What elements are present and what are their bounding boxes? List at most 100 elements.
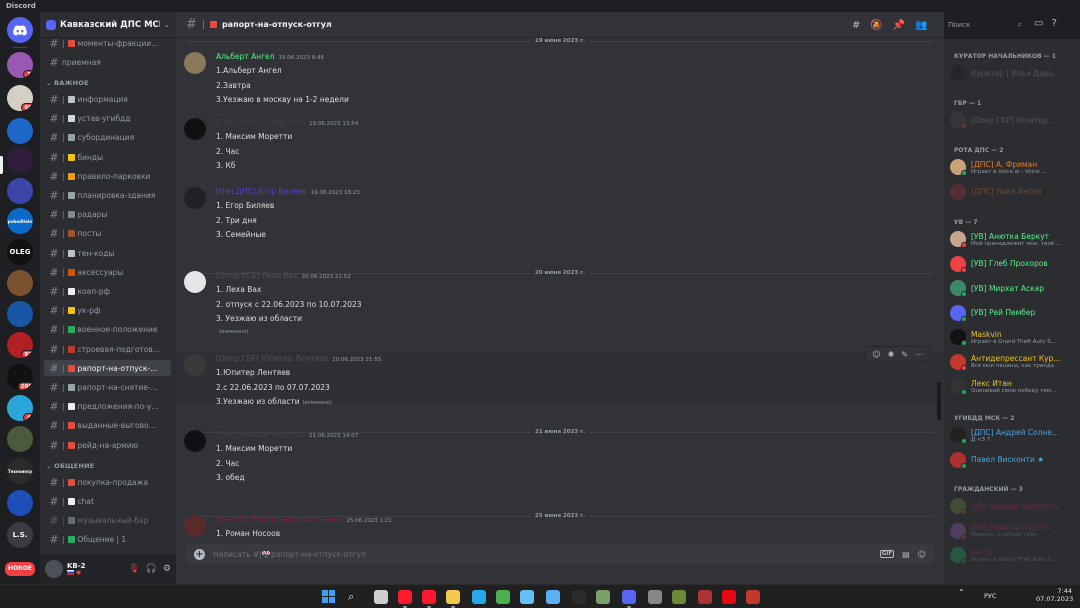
channel-item[interactable]: # | покупка-продажа (44, 474, 171, 490)
emoji-icon[interactable]: ☺ (918, 550, 926, 559)
tray-language[interactable]: РУС (984, 592, 996, 600)
channel-item[interactable]: # | выданные-выгово... (44, 418, 171, 434)
file-explorer-icon[interactable] (374, 590, 388, 604)
server-icon[interactable] (7, 118, 33, 144)
channel-item[interactable]: # | субординация (44, 130, 171, 146)
headphones-icon[interactable]: 🎧 (146, 564, 157, 574)
member-item[interactable]: [УВ] Глеб Прохоров (950, 253, 1076, 275)
message-list[interactable]: 19 июня 2023 г. 20 июня 2023 г. 21 июня 20… (176, 38, 944, 544)
message[interactable]: [Нач.ДПС] Егор Биляев 19.06.2023 18:23 1. … (176, 185, 944, 247)
avatar[interactable] (184, 515, 206, 537)
scrollbar[interactable] (937, 382, 941, 420)
server-icon[interactable] (7, 178, 33, 204)
server-icon[interactable]: 280 (7, 364, 33, 390)
message[interactable]: [ГБР] Максим Моретти 19.06.2023 13:54 1. М… (176, 116, 944, 178)
avatar[interactable] (184, 118, 206, 140)
add-reaction-icon[interactable]: ☺ (872, 350, 880, 359)
edge-icon[interactable] (472, 590, 486, 604)
help-icon[interactable]: ? (1051, 18, 1056, 29)
channel-item[interactable]: # | устав-угибдд (44, 111, 171, 127)
message-input[interactable] (213, 549, 872, 559)
more-icon[interactable]: ⋯ (915, 350, 923, 359)
member-item[interactable]: [УВ] Мирхат Аскар (950, 277, 1076, 299)
search-icon[interactable]: ⌕ (348, 590, 362, 604)
member-item[interactable]: [УВ] Анютка Беркут Мой принадлежит мне, т… (950, 228, 1076, 250)
discord-icon[interactable] (622, 590, 636, 604)
channel-item[interactable]: # | аксессуары (44, 264, 171, 280)
image-viewer-icon[interactable] (596, 590, 610, 604)
channel-item[interactable]: # | рапорт-на-снятие-... (44, 379, 171, 395)
channel-item[interactable]: # приемная (44, 54, 171, 70)
channel-item[interactable]: # | Общение | 1 (44, 532, 171, 548)
channel-item[interactable]: # | военное-положение (44, 322, 171, 338)
avatar[interactable] (184, 430, 206, 452)
channel-item[interactable]: # | рапорт-на-отпуск-... (44, 360, 171, 377)
member-item[interactable]: Антидепрессант Кур... Все мои пацаны, как… (950, 351, 1076, 373)
server-icon[interactable] (7, 270, 33, 296)
message[interactable]: [ГБР] Максим Моретти 21.06.2023 14:07 1. М… (176, 428, 944, 490)
channel-item[interactable]: # | ук-рф (44, 303, 171, 319)
member-item[interactable]: Куратор [ Илья Дарь... (950, 62, 1076, 84)
steam-icon[interactable] (520, 590, 534, 604)
threads-icon[interactable]: # (852, 20, 860, 31)
server-icon[interactable]: L.S. (7, 522, 33, 548)
message[interactable]: Альберт Ангел 19.06.2023 8:46 1.Альберт Ан… (176, 50, 944, 112)
epic-games-icon[interactable] (572, 590, 586, 604)
mic-muted-icon[interactable]: 🎙 (128, 564, 139, 574)
folder-icon[interactable] (446, 590, 460, 604)
channel-item[interactable]: # | тен-коды (44, 245, 171, 261)
member-item[interactable]: [УВ] Рей Пембер (950, 302, 1076, 324)
tray-clock[interactable]: 7:44 07.07.2023 (1036, 587, 1073, 603)
server-icon[interactable]: 4 (7, 395, 33, 421)
message-author[interactable]: [Опер.ГБР] Юпитер Лентяев (216, 354, 328, 363)
game-icon[interactable] (698, 590, 712, 604)
member-item[interactable]: [ДПС] Андрей Солне... Д <3 ? (950, 424, 1076, 446)
avatar[interactable] (184, 271, 206, 293)
avatar[interactable] (45, 560, 63, 578)
store-icon[interactable] (546, 590, 560, 604)
chrome-icon[interactable] (496, 590, 510, 604)
member-item[interactable]: Лекс Итан Оценивай свою победу тем,... (950, 375, 1076, 397)
message-author[interactable]: [Нач.ДПС] Егор Биляев (216, 187, 307, 196)
search-input[interactable] (948, 21, 1018, 29)
message-author[interactable]: [ГБР] Максим Моретти (216, 430, 305, 439)
channel-item[interactable]: # | информация (44, 91, 171, 107)
inbox-icon[interactable]: ▭ (1034, 18, 1043, 29)
member-item[interactable]: bar18 Играет в Grand Theft Auto S... (950, 544, 1076, 566)
sticker-icon[interactable]: ▤ (902, 550, 910, 559)
member-item[interactable]: [УВ] Андрей Черлипп... (950, 495, 1076, 517)
server-icon[interactable] (7, 147, 33, 173)
channel-item[interactable]: # | моменты-фракции... (44, 35, 171, 51)
new-unreads-button[interactable]: НОВОЕ (5, 562, 35, 576)
minecraft-icon[interactable] (648, 590, 662, 604)
message[interactable]: [Нач.УВ] Преподаватель Кавказ 25.06.2023 … (176, 513, 944, 544)
member-item[interactable]: Павел Висконти ★ (950, 449, 1076, 471)
avatar[interactable] (184, 52, 206, 74)
message-author[interactable]: [Опер.УСБ] Леха Вах (216, 271, 298, 280)
channel-item[interactable]: # | chat (44, 493, 171, 509)
server-icon[interactable]: 97 (7, 332, 33, 358)
message-author[interactable]: [ГБР] Максим Моретти (216, 118, 305, 127)
avatar[interactable] (184, 354, 206, 376)
gear-icon[interactable]: ⚙ (163, 564, 171, 574)
add-attachment-button[interactable]: + (194, 548, 205, 560)
message-author[interactable]: [Нач.УВ] Преподаватель Кавказ (216, 515, 342, 524)
tray-arrow-icon[interactable]: ⌃ (958, 588, 965, 597)
member-item[interactable]: [Опер.ГБР] Юпитер ... (950, 109, 1076, 131)
super-reaction-icon[interactable]: ✺ (888, 350, 895, 359)
channel-item[interactable]: # | радары (44, 207, 171, 223)
member-item[interactable]: [ДПС] Лика Ангел (950, 181, 1076, 203)
edit-icon[interactable]: ✎ (901, 350, 908, 359)
app-icon[interactable] (746, 590, 760, 604)
channel-item[interactable]: # | рейд-на-армию (44, 437, 171, 453)
opera-icon[interactable] (422, 590, 436, 604)
channel-item[interactable]: # | бинды (44, 149, 171, 165)
member-item[interactable]: [ДПС] А. Фриман Играет в Voice.ai - Voice… (950, 156, 1076, 178)
server-icon[interactable]: OLEG (7, 239, 33, 265)
gif-button[interactable]: GIF (879, 550, 895, 558)
discord-home-button[interactable] (7, 17, 33, 43)
message-author[interactable]: Альберт Ангел (216, 52, 274, 61)
channel-category[interactable]: ⌄ ВАЖНОЕ (46, 79, 89, 87)
server-icon[interactable]: pobeditelo (7, 208, 33, 234)
game-icon[interactable] (672, 590, 686, 604)
